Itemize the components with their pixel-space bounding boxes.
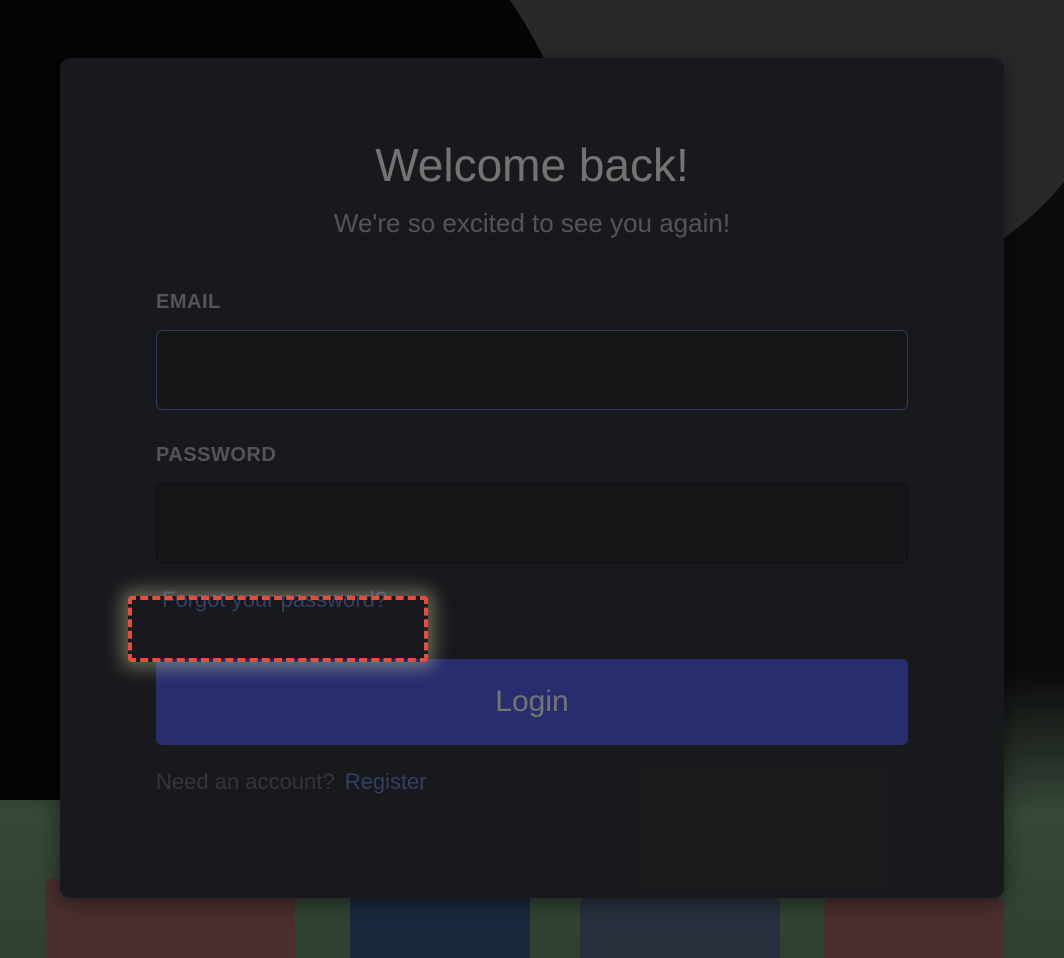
email-field-group: EMAIL [156,291,908,410]
email-label: EMAIL [156,291,908,314]
login-title: Welcome back! [156,138,908,192]
password-field-group: PASSWORD [156,444,908,563]
background-ground-shape [350,888,530,958]
password-label: PASSWORD [156,444,908,467]
email-input[interactable] [156,330,908,410]
login-card: Welcome back! We're so excited to see yo… [60,58,1004,898]
register-link[interactable]: Register [345,769,427,794]
login-button[interactable]: Login [156,659,908,745]
login-header: Welcome back! We're so excited to see yo… [156,138,908,239]
forgot-password-link[interactable]: Forgot your password? [156,577,393,623]
background-ground-shape [824,898,1004,958]
login-subtitle: We're so excited to see you again! [156,208,908,239]
password-input[interactable] [156,483,908,563]
register-row: Need an account? Register [156,769,908,795]
need-account-text: Need an account? [156,769,335,794]
background-ground-shape [580,898,780,958]
